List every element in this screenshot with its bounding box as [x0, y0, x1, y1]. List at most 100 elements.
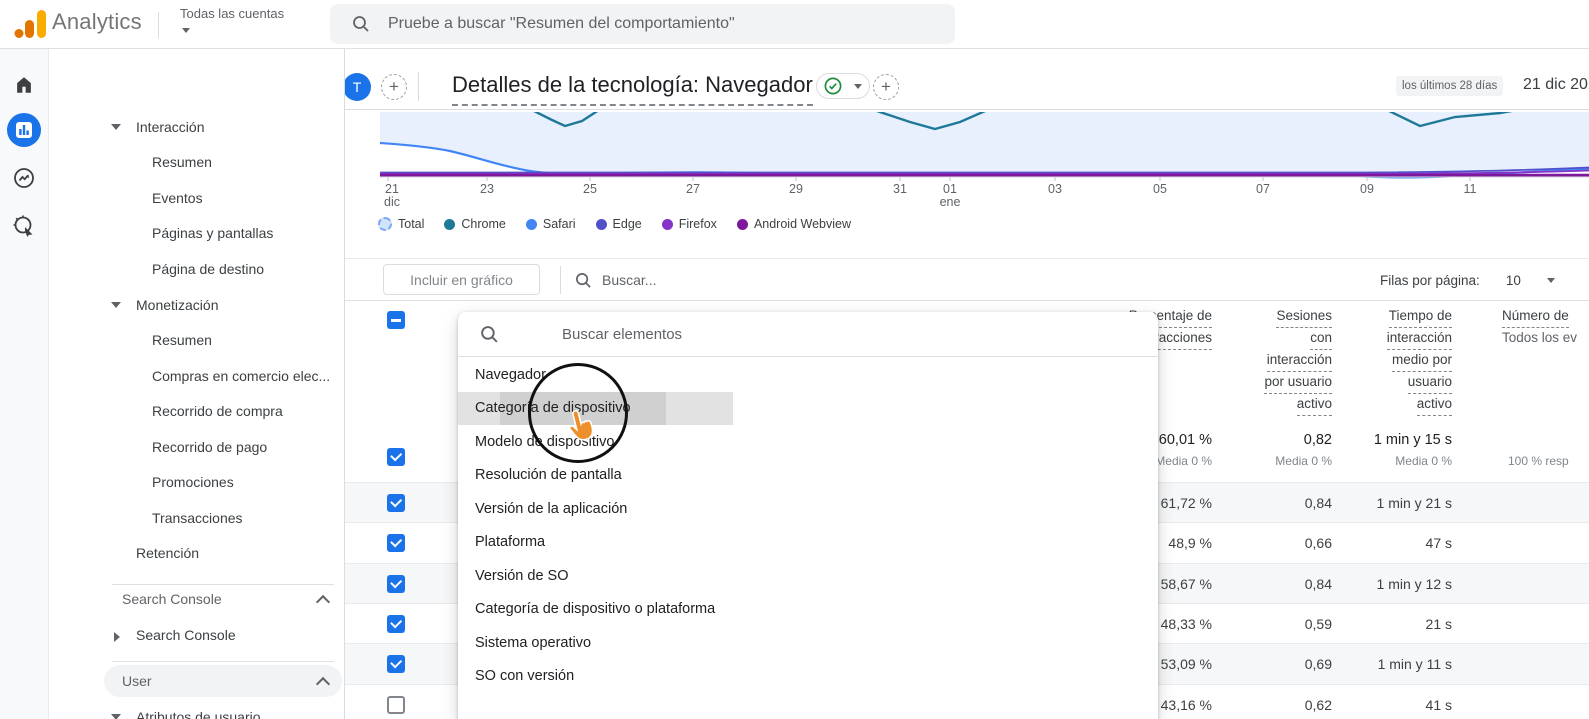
top-bar: Analytics Todas las cuentas Pruebe a bus… [0, 0, 1589, 49]
edge-legend-icon [595, 218, 607, 230]
x-axis-tick: 01 ene [939, 182, 961, 209]
dropdown-item-version-de-la-aplicacion[interactable]: Versión de la aplicación [458, 493, 1158, 526]
row-checkbox[interactable] [387, 655, 405, 673]
x-axis-tick: 23 [480, 182, 494, 196]
sidebar-divider [112, 584, 334, 585]
dropdown-divider [458, 356, 1158, 357]
date-range-selector[interactable]: 21 dic 202 [1523, 76, 1589, 94]
pill-caret-icon[interactable] [854, 83, 862, 89]
totals-time-media: Media 0 % [1395, 454, 1452, 468]
account-selector[interactable]: Todas las cuentas [180, 6, 284, 21]
home-icon [17, 77, 31, 93]
rows-per-page-caret-icon[interactable] [1546, 277, 1555, 283]
chevron-up-icon[interactable] [315, 594, 331, 610]
column-header-sesiones-con-interaccion[interactable]: Sesiones con interacción por usuario act… [1192, 306, 1332, 416]
totals-time: 1 min y 15 s [1373, 432, 1452, 448]
row-checkbox[interactable] [387, 575, 405, 593]
nav-rail [0, 48, 49, 719]
dropdown-item-categoria-dispositivo-o-plataforma[interactable]: Categoría de dispositivo o plataforma [458, 593, 1158, 626]
chrome-legend-icon [444, 218, 456, 230]
x-axis-tick: 09 [1360, 182, 1374, 196]
topbar-divider [158, 12, 159, 38]
app-title[interactable]: Analytics [52, 9, 142, 35]
sidebar-divider [112, 661, 334, 662]
expand-triangle-icon[interactable] [111, 124, 121, 130]
legend-item-chrome[interactable]: Chrome [444, 217, 506, 231]
safari-legend-icon [525, 218, 537, 230]
totals-events-media: 100 % resp [1508, 454, 1569, 468]
x-axis-tick: 03 [1048, 182, 1062, 196]
dropdown-item-version-de-so[interactable]: Versión de SO [458, 560, 1158, 593]
row-checkbox[interactable] [387, 615, 405, 633]
total-legend-icon [378, 217, 392, 231]
android-webview-legend-icon [736, 218, 748, 230]
check-circle-icon [824, 77, 842, 95]
x-axis-tick: 27 [686, 182, 700, 196]
totals-sessions-media: Media 0 % [1275, 454, 1332, 468]
legend-item-edge[interactable]: Edge [595, 217, 642, 231]
x-axis-tick: 11 [1463, 182, 1477, 196]
analytics-logo-icon[interactable] [8, 6, 52, 42]
row-checkbox[interactable] [387, 534, 405, 552]
global-search-input[interactable]: Pruebe a buscar "Resumen del comportamie… [330, 4, 955, 44]
explore-icon [14, 168, 34, 188]
report-status-pill[interactable] [816, 73, 870, 99]
chart-legend: Total Chrome Safari Edge Firefox Android… [378, 217, 851, 231]
search-icon [353, 16, 369, 32]
include-in-chart-button[interactable]: Incluir en gráfico [383, 264, 540, 295]
rows-per-page-control[interactable]: Filas por página: 10 [1380, 266, 1555, 294]
dropdown-item-resolucion-de-pantalla[interactable]: Resolución de pantalla [458, 459, 1158, 492]
legend-item-safari[interactable]: Safari [525, 217, 576, 231]
reports-button-active[interactable] [0, 110, 48, 150]
add-comparison-button[interactable]: + [381, 74, 407, 100]
search-icon [576, 272, 591, 288]
add-report-button[interactable]: + [873, 74, 899, 100]
select-all-checkbox-indeterminate[interactable] [387, 311, 405, 329]
table-top-border [344, 258, 1589, 259]
advertising-button[interactable] [0, 206, 48, 246]
x-axis-tick: 21 dic [384, 182, 400, 209]
column-header-tiempo-interaccion[interactable]: Tiempo de interacción medio por usuario … [1312, 306, 1452, 416]
search-icon [481, 325, 498, 343]
header-divider [418, 72, 419, 101]
x-axis-tick: 31 [893, 182, 907, 196]
ga4-app: Analytics Todas las cuentas Pruebe a bus… [0, 0, 1589, 719]
dropdown-item-so-con-version[interactable]: SO con versión [458, 660, 1158, 693]
expand-triangle-icon[interactable] [111, 714, 121, 719]
totals-sessions: 0,82 [1303, 432, 1332, 448]
page-title[interactable]: Detalles de la tecnología: Navegador [452, 72, 813, 106]
collapse-triangle-icon[interactable] [114, 632, 120, 642]
rows-per-page-value[interactable]: 10 [1506, 273, 1521, 288]
header-bottom-border [344, 109, 1589, 110]
reports-icon [16, 122, 32, 138]
expand-triangle-icon[interactable] [111, 302, 121, 308]
table-search-input[interactable]: Buscar... [575, 266, 656, 294]
date-range-hint: los últimos 28 días [1396, 76, 1504, 96]
explore-button[interactable] [0, 158, 48, 198]
dropdown-item-sistema-operativo[interactable]: Sistema operativo [458, 627, 1158, 660]
account-caret-icon[interactable] [182, 28, 190, 33]
global-search-placeholder: Pruebe a buscar "Resumen del comportamie… [388, 15, 735, 32]
column-header-numero-de-eventos[interactable]: Número de Todos los ev [1502, 306, 1589, 349]
firefox-legend-icon [661, 218, 673, 230]
row-checkbox-unchecked[interactable] [387, 696, 405, 714]
legend-item-total[interactable]: Total [378, 217, 424, 231]
advertising-icon [13, 215, 33, 237]
x-axis-tick: 29 [789, 182, 803, 196]
dropdown-item-plataforma[interactable]: Plataforma [458, 526, 1158, 559]
row-checkbox[interactable] [387, 494, 405, 512]
legend-item-android-webview[interactable]: Android Webview [736, 217, 851, 231]
toolbar-divider [560, 266, 561, 294]
dropdown-search-input[interactable]: Buscar elementos [458, 312, 1158, 356]
dropdown-search-placeholder: Buscar elementos [562, 325, 683, 343]
home-button[interactable] [0, 65, 48, 105]
table-search-placeholder: Buscar... [602, 272, 657, 288]
report-nav-sidebar: Interacción Resumen Eventos Páginas y pa… [48, 48, 345, 719]
avatar[interactable]: T [343, 73, 371, 101]
totals-row-checkbox[interactable] [387, 448, 405, 466]
x-axis-tick: 05 [1153, 182, 1167, 196]
legend-item-firefox[interactable]: Firefox [661, 217, 717, 231]
x-axis-tick: 07 [1256, 182, 1270, 196]
table-header-border [344, 300, 1589, 301]
x-axis-tick: 25 [583, 182, 597, 196]
